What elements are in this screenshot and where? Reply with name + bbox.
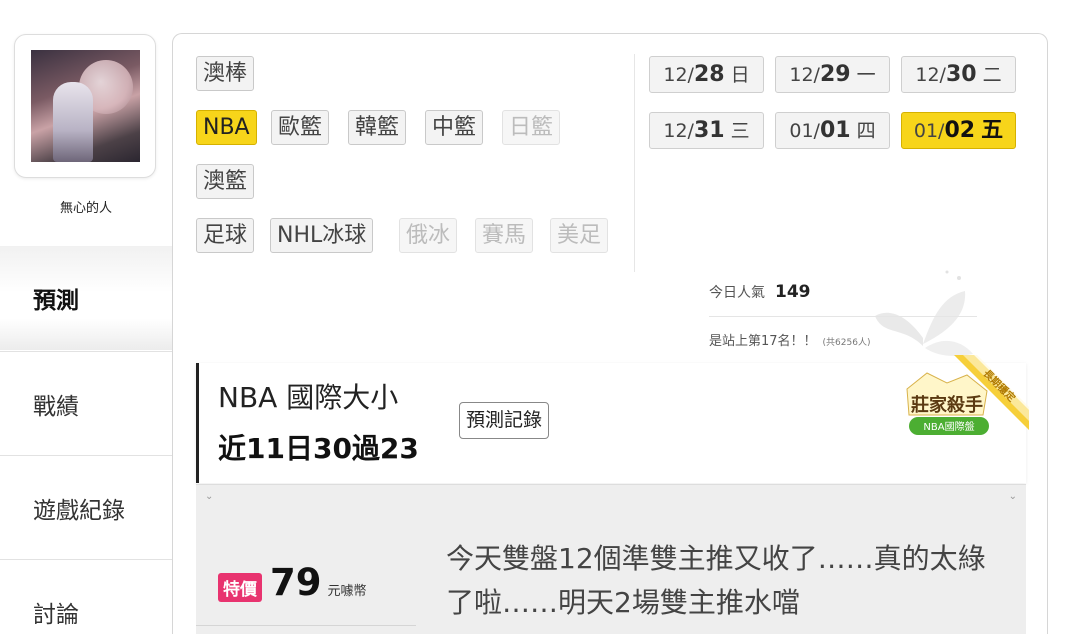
sport-tag-korea-basketball[interactable]: 韓籃: [348, 110, 407, 145]
date-month: 12/: [663, 120, 694, 142]
price-value: 79: [270, 561, 322, 604]
date-month: 12/: [789, 64, 820, 86]
nav-item-game-log[interactable]: 遊戲紀錄: [0, 455, 172, 559]
avatar-card[interactable]: [14, 34, 156, 178]
date-weekday: 五: [981, 118, 1004, 143]
sport-tag-aus-baseball[interactable]: 澳棒: [196, 56, 255, 91]
sport-tag-nba[interactable]: NBA: [196, 110, 257, 145]
nav-label: 戰績: [33, 393, 79, 420]
date-button-0101[interactable]: 01/01 四: [775, 112, 890, 149]
popularity-label: 今日人氣: [709, 285, 765, 301]
badge-sub-text: NBA國際盤: [923, 420, 974, 433]
date-button-1231[interactable]: 12/31 三: [649, 112, 764, 149]
popularity-today: 今日人氣 149: [709, 282, 811, 302]
pin-left-icon: ⌄: [205, 491, 214, 502]
date-weekday: 二: [982, 64, 1002, 86]
profile-sidebar: 無心的人 預測 戰績 遊戲紀錄 討論: [0, 0, 172, 634]
nav-item-record[interactable]: 戰績: [0, 351, 172, 455]
price-unit: 元噱幣: [327, 584, 367, 599]
date-day: 30: [945, 62, 977, 87]
prediction-title: NBA 國際大小: [218, 381, 399, 414]
price-divider: [196, 625, 416, 626]
date-button-1230[interactable]: 12/30 二: [901, 56, 1016, 93]
prediction-description: 今天雙盤12個準雙主推又收了……真的太綠了啦……明天2場雙主推水噹: [446, 542, 986, 619]
sport-tag-russia-hockey: 俄冰: [399, 218, 458, 253]
nav-item-discussion[interactable]: 討論: [0, 559, 172, 634]
sport-tag-euro-basketball[interactable]: 歐籃: [271, 110, 330, 145]
nav-item-predict[interactable]: 預測: [0, 246, 172, 350]
prediction-header: NBA 國際大小 近11日30過23 預測記錄 長期穩定 莊家殺手 NBA國際盤: [196, 355, 1029, 483]
date-weekday: 一: [856, 64, 876, 86]
butterfly-decoration-icon: [875, 270, 973, 356]
date-day: 28: [693, 62, 725, 87]
date-button-0102[interactable]: 01/02 五: [901, 112, 1016, 149]
date-day: 31: [693, 118, 725, 143]
popularity-divider: [709, 316, 977, 317]
bookmaker-killer-badge-icon: 長期穩定 莊家殺手 NBA國際盤: [906, 355, 1029, 435]
date-day: 29: [819, 62, 851, 87]
panel-divider: [634, 54, 635, 272]
date-month: 12/: [663, 64, 694, 86]
date-day: 02: [944, 118, 976, 143]
main-panel: 澳棒 NBA 歐籃 韓籃 中籃 日籃 澳籃 足球 NHL冰球 俄冰 賽馬 美足 …: [172, 33, 1048, 634]
price-block: 特價 79 元噱幣: [218, 561, 367, 604]
nav-label: 討論: [33, 601, 79, 628]
nav-label: 遊戲紀錄: [33, 497, 125, 524]
date-month: 01/: [789, 120, 820, 142]
sport-tag-nhl[interactable]: NHL冰球: [270, 218, 374, 253]
prediction-record-button[interactable]: 預測記錄: [459, 402, 550, 439]
date-month: 01/: [913, 120, 945, 142]
sport-tag-soccer[interactable]: 足球: [196, 218, 255, 253]
sport-tag-china-basketball[interactable]: 中籃: [425, 110, 484, 145]
date-weekday: 三: [730, 120, 750, 142]
prediction-record-stat: 近11日30過23: [218, 432, 419, 465]
sport-tag-american-football: 美足: [550, 218, 609, 253]
avatar[interactable]: [31, 50, 140, 162]
pin-right-icon: ⌄: [1008, 491, 1017, 502]
date-button-1228[interactable]: 12/28 日: [649, 56, 764, 93]
date-weekday: 日: [730, 64, 750, 86]
nav-label: 預測: [33, 288, 79, 314]
rank-total: (共6256人): [822, 338, 871, 348]
date-day: 01: [819, 118, 851, 143]
popularity-rank: 是站上第17名！！ (共6256人): [709, 330, 870, 349]
date-button-1229[interactable]: 12/29 一: [775, 56, 890, 93]
sport-tag-horse-racing: 賽馬: [475, 218, 534, 253]
special-price-badge: 特價: [218, 573, 262, 602]
rank-text: 是站上第17名！！: [709, 334, 817, 349]
sport-tag-japan-basketball: 日籃: [502, 110, 561, 145]
popularity-value: 149: [775, 282, 811, 302]
date-weekday: 四: [856, 120, 876, 142]
sport-tag-aus-basketball[interactable]: 澳籃: [196, 164, 255, 199]
username[interactable]: 無心的人: [0, 197, 172, 216]
badge-title-text: 莊家殺手: [911, 394, 983, 416]
date-month: 12/: [915, 64, 946, 86]
prediction-content: ⌄ ⌄ 特價 79 元噱幣 今天雙盤12個準雙主推又收了……真的太綠了啦……明天…: [196, 484, 1026, 634]
avatar-figure: [53, 82, 93, 162]
